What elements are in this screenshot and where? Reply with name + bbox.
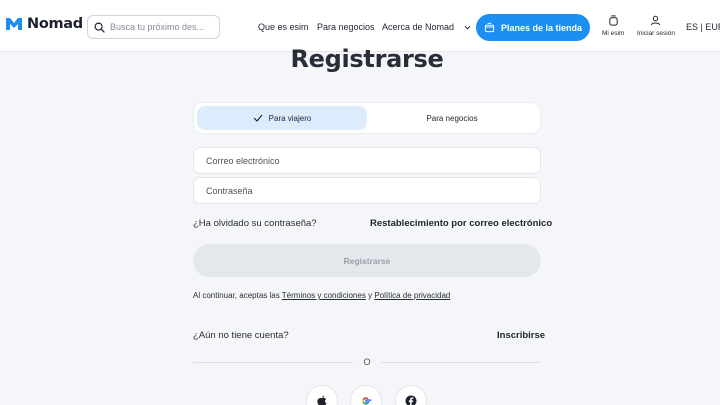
login-label: Iniciar sesión xyxy=(637,30,675,37)
nav-para-negocios[interactable]: Para negocios xyxy=(317,22,375,32)
apple-login-button[interactable] xyxy=(306,385,338,405)
tab-para-viajero-label: Para viajero xyxy=(268,113,312,123)
chevron-down-icon xyxy=(464,25,471,30)
email-field-box xyxy=(193,147,541,174)
esim-icon xyxy=(609,15,618,26)
nomad-logo[interactable]: Nomad xyxy=(4,16,83,32)
register-button[interactable]: Registrarse xyxy=(193,244,541,277)
tab-para-viajero[interactable]: Para viajero xyxy=(197,106,367,130)
nav-acerca-label: Acerca de Nomad xyxy=(382,22,455,32)
facebook-icon xyxy=(405,395,417,405)
search-input[interactable] xyxy=(110,22,210,32)
login-link[interactable]: Iniciar sesión xyxy=(637,15,675,37)
language-currency-selector[interactable]: ES | EUR xyxy=(686,22,720,32)
or-divider: O xyxy=(193,357,541,367)
mi-esim-label: Mi esim xyxy=(602,30,625,37)
mi-esim-link[interactable]: Mi esim xyxy=(602,15,624,37)
check-icon xyxy=(253,114,263,122)
password-field[interactable] xyxy=(206,185,540,196)
no-account-text: ¿Aún no tiene cuenta? xyxy=(193,330,289,341)
nomad-logo-icon xyxy=(6,18,22,30)
user-icon xyxy=(651,15,661,26)
tab-para-negocios-label: Para negocios xyxy=(426,113,478,123)
tab-para-negocios[interactable]: Para negocios xyxy=(367,106,537,130)
terms-and: y xyxy=(368,291,373,300)
account-type-tabs: Para viajero Para negocios xyxy=(193,102,541,134)
forgot-password-text: ¿Ha olvidado su contraseña? xyxy=(193,218,317,229)
page-title: Registrarse xyxy=(290,45,444,73)
store-icon xyxy=(484,22,495,33)
store-plans-button[interactable]: Planes de la tienda xyxy=(476,14,590,41)
terms-link[interactable]: Términos y condiciones xyxy=(282,291,366,300)
facebook-login-button[interactable] xyxy=(395,385,427,405)
signup-link[interactable]: Inscribirse xyxy=(497,330,545,341)
search-box[interactable] xyxy=(87,15,220,39)
google-login-button[interactable] xyxy=(350,385,382,405)
terms-notice: Al continuar, aceptas las Términos y con… xyxy=(193,291,450,300)
store-plans-label: Planes de la tienda xyxy=(500,22,583,33)
password-field-box xyxy=(193,177,541,204)
google-icon xyxy=(362,397,372,405)
email-reset-link[interactable]: Restablecimiento por correo electrónico xyxy=(370,218,552,229)
nav-acerca-de-nomad[interactable]: Acerca de Nomad xyxy=(382,22,471,32)
logo-text: Nomad xyxy=(27,16,83,32)
terms-prefix: Al continuar, aceptas las xyxy=(193,291,280,300)
email-field[interactable] xyxy=(206,155,540,166)
privacy-link[interactable]: Política de privacidad xyxy=(374,291,450,300)
divider-text: O xyxy=(363,357,371,367)
search-icon xyxy=(94,22,105,33)
nav-que-es-esim[interactable]: Que es esim xyxy=(258,22,309,32)
apple-icon xyxy=(317,395,327,405)
